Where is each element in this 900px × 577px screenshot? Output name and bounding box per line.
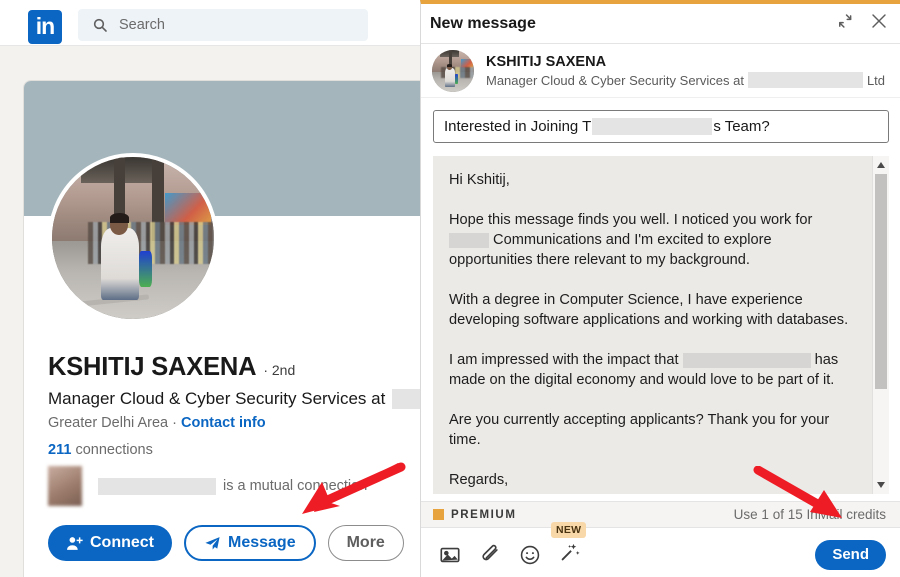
more-button-label: More [346,534,385,551]
magic-wand-icon[interactable] [559,541,581,563]
subject-value-suffix: s Team? [713,118,770,135]
profile-photo[interactable] [48,153,218,323]
header-actions [836,12,888,30]
connect-button[interactable]: Connect [48,525,172,561]
global-nav-bar: in Search [0,0,420,46]
search-input[interactable]: Search [78,9,368,41]
profile-location: Greater Delhi Area · [48,415,177,431]
message-body-wrapper: Hi Kshitij, Hope this message finds you … [433,156,889,494]
recipient-details: KSHITIJ SAXENA Manager Cloud & Cyber Sec… [486,54,885,88]
message-paragraph: Hi Kshitij, [449,170,856,190]
scrollbar-thumb[interactable] [875,174,887,389]
message-body-scrollbar[interactable] [872,156,889,494]
screenshot-root: in Search KSHITIJ SAXENA · 2nd Manager C… [0,0,900,577]
paperclip-icon[interactable] [479,544,501,566]
profile-name-row: KSHITIJ SAXENA · 2nd [48,353,295,382]
mutual-connection-avatar [48,466,82,506]
paragraph-text: Are you currently accepting applicants? … [449,412,830,448]
emoji-smiley-icon[interactable] [519,544,541,566]
recipient-avatar[interactable] [432,50,474,92]
send-plane-icon [205,536,220,549]
profile-headline-text: Manager Cloud & Cyber Security Services … [48,389,386,408]
recipient-headline-suffix: Ltd [866,72,886,88]
contact-info-link[interactable]: Contact info [181,415,266,431]
inmail-credits-text: Use 1 of 15 InMail credits [733,507,886,522]
page-title: KSHITIJ SAXENA [48,353,257,381]
profile-action-buttons: Connect Message More [48,525,404,561]
linkedin-logo[interactable]: in [28,10,62,44]
message-paragraph: Hope this message finds you well. I noti… [449,210,856,270]
subject-field-wrapper: Interested in Joining T s Team? [433,110,889,143]
premium-badge: PREMIUM [433,509,517,521]
subject-value-prefix: Interested in Joining T [444,118,592,135]
message-paragraph: Are you currently accepting applicants? … [449,410,856,450]
profile-card: KSHITIJ SAXENA · 2nd Manager Cloud & Cyb… [23,80,420,577]
new-message-title: New message [430,14,536,32]
new-message-panel: New message KSHITIJ SAXENA Manager Cloud… [420,0,900,577]
message-recipient-row[interactable]: KSHITIJ SAXENA Manager Cloud & Cyber Sec… [421,45,900,98]
paragraph-text: Hope this message finds you well. I noti… [449,212,813,228]
new-badge: NEW [551,522,587,538]
redacted-company-name [747,72,863,88]
redacted-company-name [449,232,489,248]
recipient-headline-prefix: Manager Cloud & Cyber Security Services … [486,72,744,88]
recipient-headline: Manager Cloud & Cyber Security Services … [486,72,885,88]
send-button[interactable]: Send [815,539,886,570]
paragraph-text: With a degree in Computer Science, I hav… [449,292,849,328]
profile-connections-row[interactable]: 211 connections [48,442,153,458]
profile-photo-image [52,157,214,319]
new-message-header: New message [421,4,900,44]
message-button[interactable]: Message [184,525,316,561]
close-icon[interactable] [870,12,888,30]
message-button-label: Message [228,534,296,551]
redacted-company-name [592,118,713,135]
search-placeholder-text: Search [119,17,165,33]
recipient-avatar-image [432,50,474,92]
subject-input[interactable]: Interested in Joining T s Team? [433,110,889,143]
message-body-input[interactable]: Hi Kshitij, Hope this message finds you … [433,156,872,494]
linkedin-profile-pane: in Search KSHITIJ SAXENA · 2nd Manager C… [0,0,420,577]
redacted-mutual-name [98,477,216,495]
redacted-company-name [392,389,420,409]
paragraph-text: I am impressed with the impact that [449,352,683,368]
premium-square-icon [433,509,444,520]
profile-location-row: Greater Delhi Area · Contact info [48,415,266,431]
recipient-name: KSHITIJ SAXENA [486,54,607,70]
search-icon [93,18,107,32]
paragraph-text: Communications and I'm excited to explor… [449,232,772,268]
collapse-arrows-icon[interactable] [836,12,854,30]
mutual-connection-text: is a mutual connection [223,478,368,494]
message-paragraph: Regards, [449,470,856,490]
person-add-icon [67,536,83,550]
premium-status-bar: PREMIUM Use 1 of 15 InMail credits [421,501,900,528]
profile-headline: Manager Cloud & Cyber Security Services … [48,389,420,409]
redacted-company-name [682,352,811,368]
connections-label: connections [75,442,153,458]
premium-label: PREMIUM [451,508,517,521]
ai-assist-wrapper: NEW [551,522,587,568]
paragraph-text: Regards, [449,472,509,488]
image-icon[interactable] [439,544,461,566]
send-button-label: Send [832,546,869,563]
mutual-connection-row[interactable]: is a mutual connection [48,466,367,506]
paragraph-text: Hi Kshitij, [449,172,510,188]
message-paragraph: With a degree in Computer Science, I hav… [449,290,856,330]
connection-degree-badge: · 2nd [263,362,296,378]
more-button[interactable]: More [327,525,404,561]
compose-toolbar: NEW Send [421,522,900,577]
connections-count: 211 [48,442,72,458]
scroll-down-arrow-icon[interactable] [877,482,885,488]
message-paragraph: I am impressed with the impact that has … [449,350,856,390]
connect-button-label: Connect [90,534,154,551]
scroll-up-arrow-icon[interactable] [877,162,885,168]
